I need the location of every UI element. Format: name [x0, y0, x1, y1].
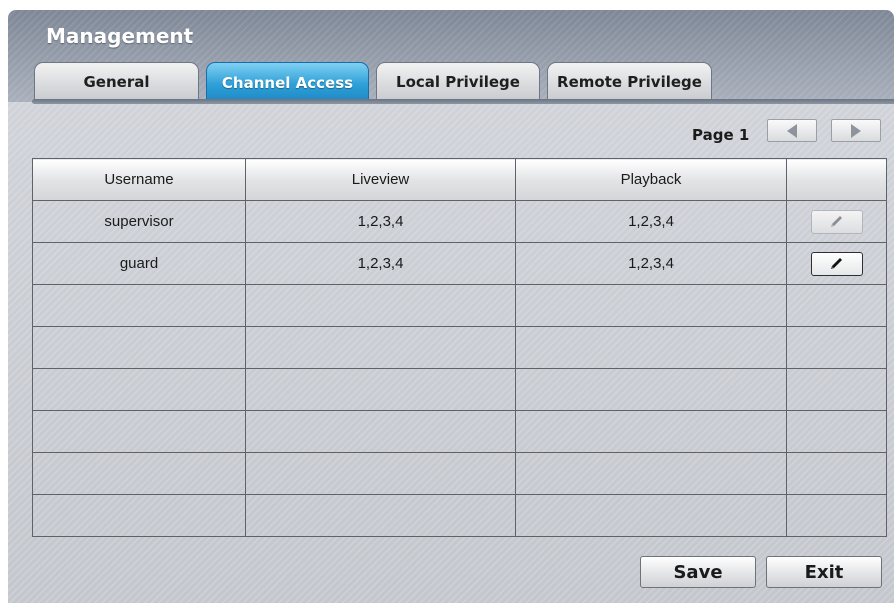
- channel-access-table: Username Liveview Playback supervisor 1,…: [32, 158, 887, 537]
- cell-playback: 1,2,3,4: [515, 200, 787, 243]
- table-row[interactable]: supervisor 1,2,3,4 1,2,3,4: [32, 200, 887, 243]
- window-title: Management: [46, 24, 194, 48]
- tab-label: Local Privilege: [396, 72, 520, 91]
- tab-label: Remote Privilege: [557, 72, 702, 91]
- tab-label: General: [83, 72, 150, 91]
- tab-local-privilege[interactable]: Local Privilege: [376, 62, 540, 100]
- table-row-empty: [32, 452, 887, 495]
- column-header-edit: [786, 158, 887, 201]
- table-row-empty: [32, 284, 887, 327]
- pencil-icon: [830, 257, 842, 269]
- cell-edit: [786, 200, 887, 243]
- table-row-empty: [32, 368, 887, 411]
- save-button[interactable]: Save: [640, 556, 756, 588]
- management-window: Management General Channel Access Local …: [8, 10, 894, 603]
- next-page-button[interactable]: [831, 119, 881, 142]
- cell-liveview: 1,2,3,4: [245, 242, 516, 285]
- exit-button[interactable]: Exit: [766, 556, 882, 588]
- cell-edit: [786, 242, 887, 285]
- tab-general[interactable]: General: [34, 62, 199, 100]
- column-header-playback: Playback: [515, 158, 787, 201]
- pencil-icon: [830, 215, 842, 227]
- page-indicator: Page 1: [692, 126, 750, 144]
- previous-page-button[interactable]: [767, 119, 817, 142]
- table-row-empty: [32, 410, 887, 453]
- table-row-empty: [32, 326, 887, 369]
- triangle-right-icon: [851, 123, 861, 138]
- edit-button[interactable]: [810, 209, 863, 234]
- edit-button[interactable]: [810, 251, 863, 276]
- column-header-username: Username: [32, 158, 246, 201]
- cell-username: supervisor: [32, 200, 246, 243]
- tab-channel-access[interactable]: Channel Access: [206, 62, 369, 102]
- cell-username: guard: [32, 242, 246, 285]
- tab-label: Channel Access: [221, 73, 354, 92]
- table-row[interactable]: guard 1,2,3,4 1,2,3,4: [32, 242, 887, 285]
- table-header-row: Username Liveview Playback: [32, 158, 887, 201]
- column-header-liveview: Liveview: [245, 158, 516, 201]
- tab-underline: [32, 99, 894, 104]
- title-bar: Management General Channel Access Local …: [8, 10, 894, 102]
- table-row-empty: [32, 494, 887, 537]
- tab-remote-privilege[interactable]: Remote Privilege: [547, 62, 712, 100]
- triangle-left-icon: [787, 123, 797, 138]
- cell-playback: 1,2,3,4: [515, 242, 787, 285]
- cell-liveview: 1,2,3,4: [245, 200, 516, 243]
